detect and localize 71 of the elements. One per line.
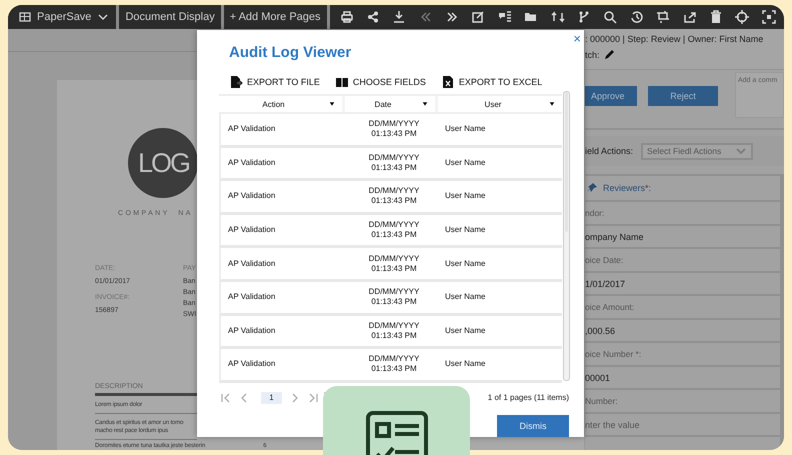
app-tile[interactable]	[323, 386, 470, 455]
toolbar-button[interactable]: CHOOSE FIELDS	[334, 75, 426, 89]
table-cell-text: DD/MM/YYYY 01:13:43 PM	[368, 152, 420, 173]
app-name: PaperSave	[37, 11, 92, 23]
field-label: ield Actions:	[585, 146, 634, 156]
table-cell-text: User Name	[444, 124, 486, 134]
record-info: : 000000 | Step: Review | Owner: First Name	[585, 34, 764, 44]
spreadsheet-icon	[440, 75, 455, 89]
share-icon[interactable]	[366, 10, 380, 24]
print-icon[interactable]	[340, 10, 354, 24]
table-cell-text: User Name	[444, 258, 486, 269]
toolbar-button[interactable]: EXPORT TO FILE	[229, 75, 320, 89]
table-cell-text: DD/MM/YYYY 01:13:43 PM	[368, 320, 420, 341]
table-cell-text: DD/MM/YYYY 01:13:43 PM	[368, 287, 420, 308]
page-number[interactable]: 1	[261, 392, 282, 404]
search-icon[interactable]	[603, 10, 618, 24]
table-cell-text: AP Validation	[227, 326, 276, 336]
table-cell-text: AP Validation	[227, 124, 276, 134]
column-header[interactable]: Action	[219, 96, 342, 112]
sort-icon[interactable]	[328, 100, 336, 108]
close-button[interactable]: ×	[573, 32, 581, 46]
select-placeholder: Select Fiedl Actions	[647, 146, 722, 156]
table-cell-text: User Name	[444, 359, 486, 370]
table-cell-text: DD/MM/YYYY 01:13:43 PM	[368, 254, 420, 274]
sort-icon[interactable]	[548, 100, 556, 108]
table-cell-text: User Name	[444, 191, 486, 202]
history-icon[interactable]	[630, 10, 644, 24]
book-icon	[334, 75, 349, 89]
section-label: Reviewers*:	[603, 183, 652, 193]
logo-text: LOG	[138, 148, 190, 178]
scrollbar[interactable]	[563, 91, 570, 381]
double-left-icon[interactable]	[418, 10, 433, 24]
sort-icon[interactable]	[421, 100, 429, 108]
edit-icon[interactable]	[471, 10, 486, 24]
table-cell-text: DD/MM/YYYY 01:13:43 PM	[368, 186, 420, 206]
table-cell-text: AP Validation	[227, 158, 276, 168]
dismiss-button[interactable]: Dismis	[497, 414, 569, 437]
toolbar-button[interactable]: EXPORT TO EXCEL	[440, 75, 542, 89]
crop-icon[interactable]	[656, 10, 670, 24]
crosshair-icon[interactable]	[735, 10, 750, 24]
table-cell-text: User Name	[444, 326, 486, 336]
trash-icon[interactable]	[708, 10, 723, 24]
pager-summary: 1 of 1 pages (11 items)	[488, 393, 569, 402]
folder-icon[interactable]	[524, 10, 538, 24]
table-cell-text: User Name	[444, 225, 486, 236]
app-menu[interactable]: PaperSave	[8, 5, 120, 29]
double-right-icon[interactable]	[445, 10, 460, 24]
column-header[interactable]: User	[438, 96, 562, 112]
export-icon[interactable]	[682, 10, 697, 24]
table-cell-text: DD/MM/YYYY 01:13:43 PM	[368, 354, 420, 374]
column-header[interactable]: Date	[345, 96, 435, 112]
table-cell-text: DD/MM/YYYY 01:13:43 PM	[368, 220, 420, 240]
table-cell-text: DD/MM/YYYY 01:13:43 PM	[368, 119, 420, 140]
table-cell-text: AP Validation	[227, 258, 276, 269]
download-icon[interactable]	[392, 10, 406, 24]
table-cell-text: AP Validation	[227, 191, 276, 202]
swap-icon[interactable]	[550, 10, 565, 24]
branch-icon[interactable]	[577, 10, 592, 24]
file-export-icon	[229, 75, 243, 89]
checklist-icon	[364, 410, 428, 455]
table-cell-text: AP Validation	[227, 225, 276, 236]
batch-label: tch:	[585, 50, 600, 60]
table-cell-text: User Name	[444, 158, 486, 168]
grid-icon	[18, 10, 32, 24]
table-cell-text: AP Validation	[227, 359, 276, 370]
scan-icon[interactable]	[762, 10, 776, 24]
comment-list-icon[interactable]	[498, 10, 512, 24]
table-cell-text: User Name	[444, 292, 486, 302]
table-cell-text: AP Validation	[227, 292, 276, 302]
dialog-title: Audit Log Viewer	[229, 44, 352, 61]
pin-icon	[585, 181, 599, 195]
